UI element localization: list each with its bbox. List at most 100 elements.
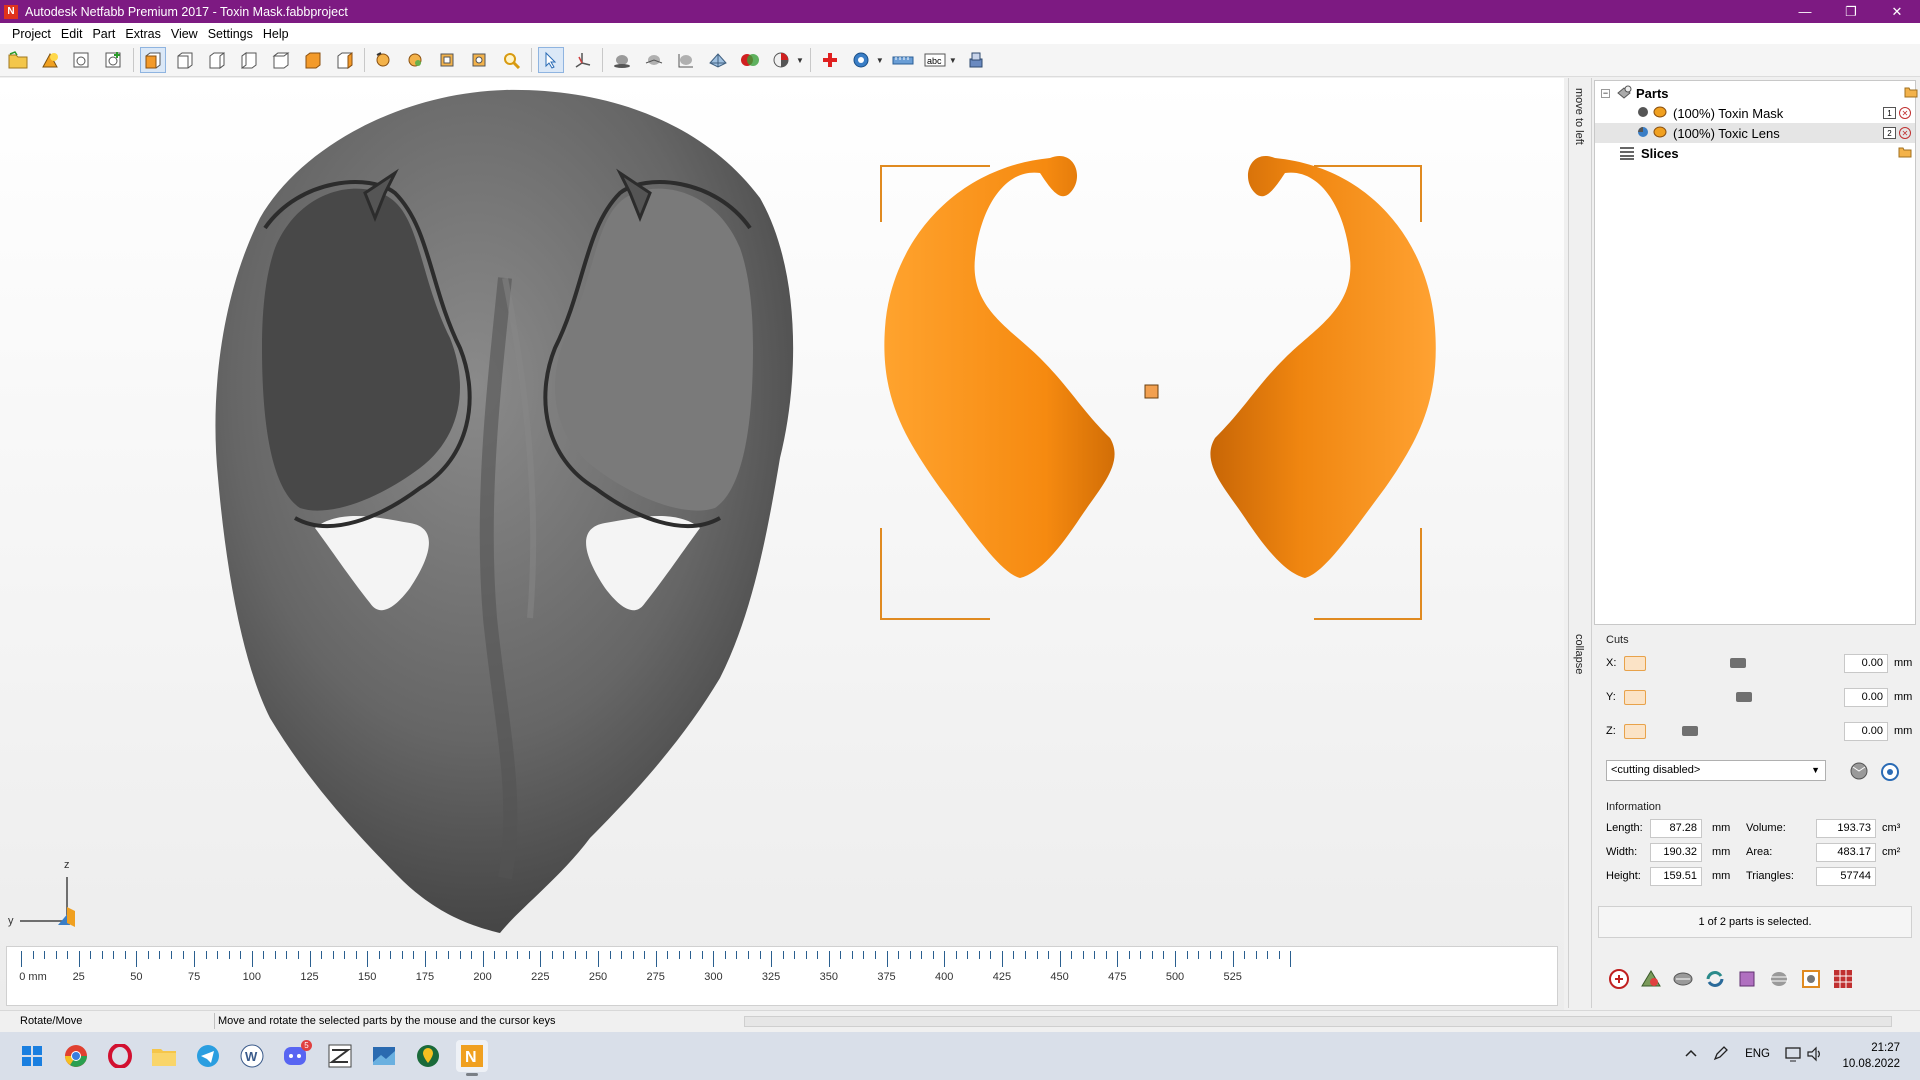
label-icon[interactable]: abc — [922, 47, 948, 73]
w-app-icon[interactable]: W — [236, 1040, 268, 1072]
pen-icon[interactable] — [1712, 1046, 1728, 1065]
settings-sphere-dropdown-arrow[interactable]: ▼ — [876, 56, 884, 65]
zoom-icon[interactable] — [499, 47, 525, 73]
collapse-tab[interactable]: collapse — [1573, 634, 1585, 674]
minimize-button[interactable]: — — [1782, 0, 1828, 23]
zbrush-icon[interactable] — [324, 1040, 356, 1072]
view-back-icon[interactable] — [172, 47, 198, 73]
language-indicator[interactable]: ENG — [1745, 1048, 1770, 1060]
open-icon[interactable] — [5, 47, 31, 73]
tree-slices-root[interactable]: Slices — [1619, 143, 1915, 163]
restore-button[interactable]: ❐ — [1828, 0, 1874, 23]
cut-value-y[interactable]: 0.00 — [1844, 687, 1888, 707]
tree-part-row-selected[interactable]: (100%) Toxic Lens 2 ✕ — [1595, 123, 1915, 143]
cutting-mode-select[interactable]: <cutting disabled> ▼ — [1606, 760, 1826, 781]
telegram-icon[interactable] — [192, 1040, 224, 1072]
zoom-selection-icon[interactable] — [467, 47, 493, 73]
part-add-icon[interactable] — [101, 47, 127, 73]
cut-value-z[interactable]: 0.00 — [1844, 721, 1888, 741]
cut-execute-icon[interactable] — [1848, 761, 1870, 784]
network-icon[interactable] — [1784, 1046, 1802, 1065]
menu-edit[interactable]: Edit — [56, 27, 88, 41]
move-to-left-tab[interactable]: move to left — [1573, 88, 1585, 145]
slice-icon[interactable] — [1766, 966, 1792, 992]
repair-icon[interactable] — [817, 47, 843, 73]
close-button[interactable]: ✕ — [1874, 0, 1920, 23]
menu-help[interactable]: Help — [258, 27, 294, 41]
image-viewer-icon[interactable] — [368, 1040, 400, 1072]
analysis-icon[interactable] — [1638, 966, 1664, 992]
chrome-icon[interactable] — [60, 1040, 92, 1072]
windows-start-icon[interactable] — [16, 1040, 48, 1072]
cut-slider-y[interactable] — [1736, 692, 1752, 702]
parts-folder-icon[interactable] — [1904, 86, 1918, 101]
grid-icon[interactable] — [1830, 966, 1856, 992]
part-shade-icon[interactable] — [1653, 106, 1667, 121]
discord-icon[interactable]: 5 — [280, 1040, 312, 1072]
menu-part[interactable]: Part — [87, 27, 120, 41]
select-icon[interactable] — [538, 47, 564, 73]
view-front-icon[interactable] — [140, 47, 166, 73]
remove-part-icon[interactable]: ✕ — [1899, 107, 1911, 119]
pivot-handle[interactable] — [1144, 384, 1159, 399]
view-bottom-icon[interactable] — [300, 47, 326, 73]
boolean-icon[interactable] — [737, 47, 763, 73]
shade-icon[interactable] — [609, 47, 635, 73]
volume-icon[interactable] — [1806, 1046, 1824, 1065]
part-visible-icon[interactable] — [1637, 106, 1649, 121]
pie-icon[interactable] — [769, 47, 795, 73]
cut-slider-z[interactable] — [1682, 726, 1698, 736]
mesh-icon[interactable] — [705, 47, 731, 73]
view-left-icon[interactable] — [204, 47, 230, 73]
cut-toggle-y[interactable] — [1624, 689, 1646, 705]
zoom-all-icon[interactable] — [435, 47, 461, 73]
maps-icon[interactable] — [412, 1040, 444, 1072]
view-iso-icon[interactable] — [332, 47, 358, 73]
ruler-icon[interactable] — [890, 47, 916, 73]
menu-settings[interactable]: Settings — [203, 27, 258, 41]
view-right-icon[interactable] — [236, 47, 262, 73]
part-number-badge: 2 — [1883, 127, 1896, 139]
cut-toggle-x[interactable] — [1624, 655, 1646, 671]
measure-part-icon[interactable] — [673, 47, 699, 73]
shade-smooth-icon[interactable] — [641, 47, 667, 73]
box-icon[interactable] — [1734, 966, 1760, 992]
part-visible-icon[interactable] — [1637, 126, 1649, 141]
repair-part-icon[interactable] — [1606, 966, 1632, 992]
tree-parts-root[interactable]: − Parts — [1601, 83, 1918, 103]
opera-icon[interactable] — [104, 1040, 136, 1072]
move-axis-icon[interactable] — [570, 47, 596, 73]
orbit-icon[interactable] — [371, 47, 397, 73]
toxic-lens-model[interactable] — [884, 156, 1436, 578]
part-shade-icon[interactable] — [1653, 126, 1667, 141]
menu-view[interactable]: View — [166, 27, 203, 41]
frame-icon[interactable] — [1798, 966, 1824, 992]
toxin-mask-model[interactable] — [215, 89, 794, 933]
cut-toggle-z[interactable] — [1624, 723, 1646, 739]
cut-value-x[interactable]: 0.00 — [1844, 653, 1888, 673]
part-info-icon[interactable] — [69, 47, 95, 73]
ruler-minor-tick — [205, 951, 207, 959]
pie-dropdown-arrow[interactable]: ▼ — [796, 56, 804, 65]
slices-folder-icon[interactable] — [1898, 146, 1912, 161]
pan-icon[interactable] — [403, 47, 429, 73]
view-top-icon[interactable] — [268, 47, 294, 73]
file-explorer-icon[interactable] — [148, 1040, 180, 1072]
add-part-icon[interactable] — [37, 47, 63, 73]
settings-sphere-icon[interactable] — [849, 47, 875, 73]
printer-icon[interactable] — [963, 47, 989, 73]
menu-project[interactable]: Project — [7, 27, 56, 41]
remove-part-icon[interactable]: ✕ — [1899, 127, 1911, 139]
label-dropdown-arrow[interactable]: ▼ — [949, 56, 957, 65]
cut-options-icon[interactable] — [1880, 762, 1900, 785]
collapse-toggle-icon[interactable]: − — [1601, 88, 1610, 98]
3d-viewport[interactable] — [0, 78, 1564, 1013]
tree-part-row[interactable]: (100%) Toxin Mask 1 ✕ — [1595, 103, 1915, 123]
cut-slider-x[interactable] — [1730, 658, 1746, 668]
clock[interactable]: 21:27 10.08.2022 — [1842, 1040, 1900, 1072]
tray-overflow-chevron-icon[interactable] — [1684, 1047, 1698, 1062]
netfabb-icon[interactable]: N — [456, 1040, 488, 1076]
sync-icon[interactable] — [1702, 966, 1728, 992]
menu-extras[interactable]: Extras — [120, 27, 165, 41]
mesh-edit-icon[interactable] — [1670, 966, 1696, 992]
